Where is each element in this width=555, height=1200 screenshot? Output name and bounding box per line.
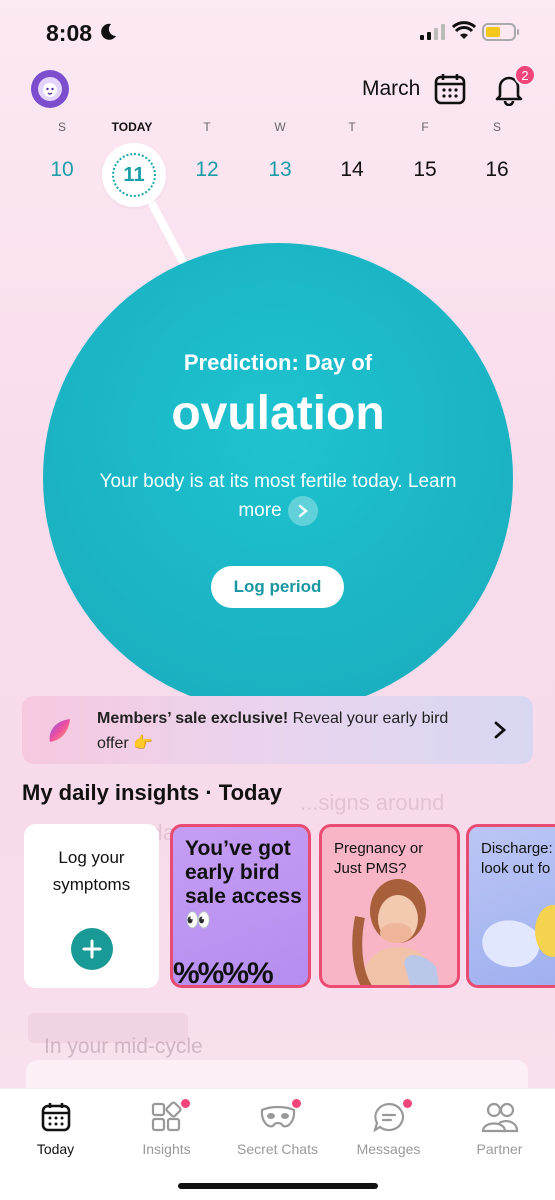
tab-today[interactable]: Today (0, 1099, 111, 1157)
feather-icon (49, 719, 70, 742)
log-period-button[interactable]: Log period (211, 566, 344, 608)
chevron-right-icon[interactable] (287, 496, 318, 526)
card-label: Log your symptoms (52, 848, 131, 894)
plus-icon (82, 939, 102, 959)
calendar-icon[interactable] (433, 72, 467, 106)
prediction-label: Prediction: Day of (183, 350, 373, 375)
new-indicator-dot (292, 1099, 301, 1108)
tab-label: Messages (356, 1141, 421, 1157)
card-label: Pregnancy or Just PMS? (334, 840, 424, 877)
phase-title: ovulation (171, 387, 385, 440)
day-number: 16 (485, 158, 509, 181)
insights-title: My daily insights · Today (22, 780, 282, 805)
battery-icon (482, 23, 519, 41)
percent-decoration: %%%% (173, 957, 274, 988)
tab-partner[interactable]: Partner (444, 1099, 555, 1157)
chat-bubble-icon (372, 1102, 404, 1133)
tab-insights[interactable]: Insights (111, 1099, 222, 1157)
tab-label: Today (36, 1141, 75, 1157)
new-indicator-dot (181, 1099, 190, 1108)
card-label: You’ve got early bird sale access 👀 (185, 837, 302, 932)
sale-access-card[interactable]: You’ve got early bird sale access 👀 %%%% (170, 824, 311, 988)
status-time: 8:08 (46, 20, 93, 46)
day-sunday[interactable]: S 10 (30, 120, 94, 182)
discharge-card[interactable]: Discharge: look out fo (466, 824, 555, 988)
day-number: 10 (50, 158, 74, 181)
add-symptom-button[interactable] (71, 928, 113, 970)
log-symptoms-card[interactable]: Log your symptoms (24, 824, 159, 988)
month-label[interactable]: March (362, 77, 420, 101)
phase-description[interactable]: Your body is at its most fertile today. … (80, 467, 476, 526)
tab-secret-chats[interactable]: Secret Chats (222, 1099, 333, 1157)
notification-badge: 2 (514, 64, 536, 86)
calendar-icon (41, 1103, 70, 1132)
day-saturday[interactable]: S 16 (465, 120, 529, 182)
tab-messages[interactable]: Messages (333, 1099, 444, 1157)
lion-icon (38, 77, 62, 101)
tab-label: Secret Chats (237, 1141, 318, 1157)
chevron-right-icon[interactable] (492, 720, 508, 740)
day-number: 14 (340, 158, 364, 181)
day-of-week-label: S (57, 120, 66, 134)
home-indicator[interactable] (178, 1183, 378, 1189)
day-number: 12 (195, 158, 219, 181)
day-thursday[interactable]: T 14 (320, 120, 384, 182)
tab-label: Partner (476, 1141, 523, 1157)
midcycle-heading: In your mid-cycle (44, 1035, 203, 1058)
day-today[interactable]: TODAY (100, 120, 164, 136)
learn-more-link[interactable]: more (238, 500, 281, 521)
mask-icon (260, 1105, 295, 1128)
promo-text: Members’ sale exclusive! Reveal your ear… (97, 710, 449, 752)
promo-banner[interactable]: Members’ sale exclusive! Reveal your ear… (22, 696, 533, 764)
moon-icon (101, 23, 116, 40)
day-wednesday[interactable]: W 13 (248, 120, 312, 182)
day-of-week-label: W (274, 120, 286, 134)
day-of-week-label: F (421, 120, 429, 134)
day-of-week-label: T (348, 120, 356, 134)
day-tuesday[interactable]: T 12 (175, 120, 239, 182)
woman-photo (352, 879, 439, 985)
wifi-icon (452, 21, 476, 39)
week-strip: S 10 TODAY T 12 W 13 T 14 F 15 S 16 (24, 120, 532, 210)
new-indicator-dot (403, 1099, 412, 1108)
grid-icon (151, 1101, 182, 1132)
pregnancy-or-pms-card[interactable]: Pregnancy or Just PMS? (319, 824, 460, 988)
cellular-signal-icon (420, 24, 445, 40)
day-of-week-label: T (203, 120, 211, 134)
day-of-week-label: TODAY (111, 120, 153, 134)
phase-description-text: Your body is at its most fertile today. … (99, 471, 457, 492)
profile-avatar[interactable] (31, 70, 69, 108)
card-label: Discharge: look out fo (481, 840, 553, 877)
day-of-week-label: S (492, 120, 501, 134)
status-bar: 8:08 (0, 0, 555, 60)
people-icon (481, 1102, 518, 1133)
day-number: 15 (413, 158, 437, 181)
tab-label: Insights (142, 1141, 191, 1157)
discharge-illustration (482, 905, 555, 967)
day-friday[interactable]: F 15 (393, 120, 457, 182)
day-number: 13 (268, 158, 292, 181)
ghost-text: ...signs around (300, 790, 445, 815)
